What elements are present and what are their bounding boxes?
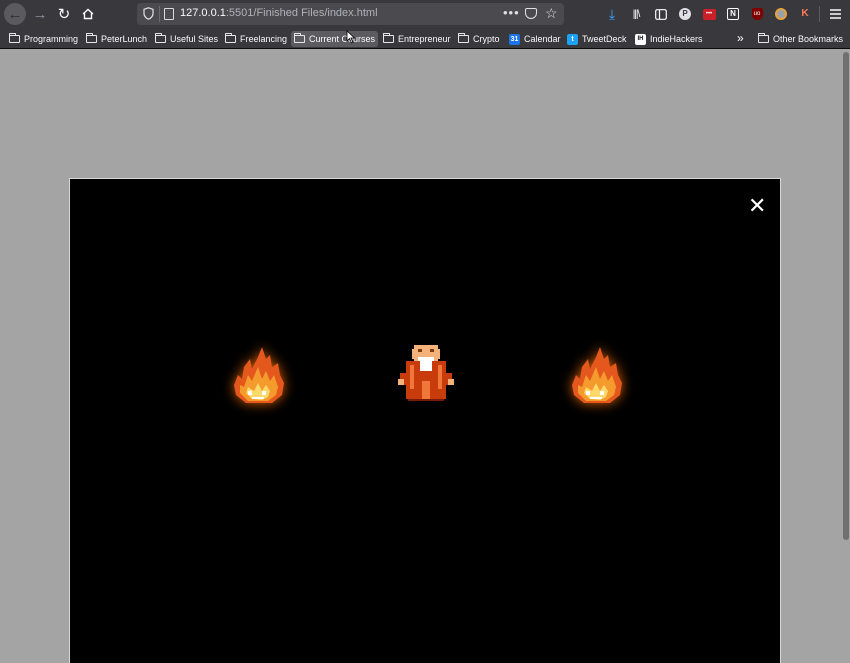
bookmark-programming[interactable]: Programming: [6, 31, 81, 47]
bookmark-indiehackers[interactable]: IH IndieHackers: [632, 31, 706, 47]
folder-icon: [9, 33, 20, 43]
bookmarks-toolbar: Programming PeterLunch Useful Sites Free…: [0, 29, 850, 49]
bookmark-label: Programming: [24, 34, 79, 44]
bookmark-label: Entrepreneur: [398, 34, 451, 44]
folder-icon: [225, 33, 236, 43]
folder-icon: [758, 33, 769, 43]
sidebar-icon[interactable]: [653, 6, 669, 22]
old-man: [398, 345, 454, 401]
pocket-extension-icon[interactable]: P: [677, 6, 693, 22]
bookmark-crypto[interactable]: Crypto: [455, 31, 503, 47]
back-button[interactable]: ←: [4, 3, 26, 25]
bookmark-tweetdeck[interactable]: t TweetDeck: [564, 31, 630, 47]
browser-toolbar: ← → ↻ 127.0.0.1:5501/Finished Files/inde…: [0, 0, 850, 29]
ublock-icon[interactable]: uo: [749, 6, 765, 22]
folder-icon: [155, 33, 166, 43]
bookmark-label: PeterLunch: [101, 34, 148, 44]
vertical-scrollbar[interactable]: [842, 50, 850, 663]
folder-icon: [383, 33, 394, 43]
bookmark-label: Current Courses: [309, 34, 376, 44]
kami-icon[interactable]: K: [797, 6, 813, 22]
shield-icon[interactable]: [143, 7, 154, 20]
download-icon[interactable]: ⤓: [604, 6, 620, 22]
scrollbar-thumb[interactable]: [843, 52, 849, 540]
address-bar[interactable]: 127.0.0.1:5501/Finished Files/index.html…: [137, 3, 564, 25]
url-path: :5501/Finished Files/index.html: [225, 7, 378, 19]
twitter-icon: t: [567, 33, 578, 45]
toolbar-separator: [819, 6, 820, 22]
url-host: 127.0.0.1: [180, 7, 226, 19]
game-modal: ✕: [69, 178, 781, 663]
menu-icon[interactable]: [827, 6, 843, 22]
arrow-right-icon: →: [32, 5, 48, 23]
chevron-double-right-icon[interactable]: »: [737, 31, 744, 45]
indiehackers-icon: IH: [635, 33, 646, 45]
page-actions-icon[interactable]: •••: [503, 5, 520, 20]
bookmark-other-bookmarks[interactable]: Other Bookmarks: [755, 31, 846, 47]
url-text[interactable]: 127.0.0.1:5501/Finished Files/index.html: [180, 7, 378, 19]
bookmark-freelancing[interactable]: Freelancing: [222, 31, 290, 47]
folder-icon: [294, 33, 305, 43]
page-info-icon[interactable]: [164, 8, 174, 20]
home-icon: [82, 8, 94, 20]
forward-button[interactable]: →: [28, 3, 52, 25]
pocket-icon[interactable]: [525, 8, 537, 19]
folder-icon: [86, 33, 97, 43]
extension-icon[interactable]: [773, 6, 789, 22]
calendar-icon: 31: [509, 33, 520, 45]
arrow-left-icon: ←: [7, 5, 23, 23]
bookmark-label: Calendar: [524, 34, 561, 44]
lastpass-icon[interactable]: •••: [701, 6, 717, 22]
urlbar-separator: [159, 6, 160, 22]
fire-right: [572, 347, 622, 403]
bookmark-useful-sites[interactable]: Useful Sites: [152, 31, 221, 47]
reload-button[interactable]: ↻: [52, 3, 76, 25]
mouse-cursor-icon: [346, 30, 356, 44]
close-icon[interactable]: ✕: [748, 196, 766, 218]
bookmark-label: IndieHackers: [650, 34, 703, 44]
folder-icon: [458, 33, 469, 43]
bookmark-label: Other Bookmarks: [773, 34, 844, 44]
bookmark-current-courses[interactable]: Current Courses: [291, 31, 379, 47]
bookmark-peterlunch[interactable]: PeterLunch: [83, 31, 150, 47]
fire-left: [234, 347, 284, 403]
notion-icon[interactable]: N: [725, 6, 741, 22]
bookmark-calendar[interactable]: 31 Calendar: [506, 31, 564, 47]
reload-icon: ↻: [57, 6, 71, 23]
bookmark-label: TweetDeck: [582, 34, 627, 44]
bookmark-star-icon[interactable]: ☆: [545, 5, 558, 22]
library-icon[interactable]: |||\: [628, 6, 644, 22]
home-button[interactable]: [76, 3, 100, 25]
bookmark-entrepreneur[interactable]: Entrepreneur: [380, 31, 454, 47]
bookmark-label: Freelancing: [240, 34, 288, 44]
bookmark-label: Crypto: [473, 34, 500, 44]
bookmark-label: Useful Sites: [170, 34, 219, 44]
